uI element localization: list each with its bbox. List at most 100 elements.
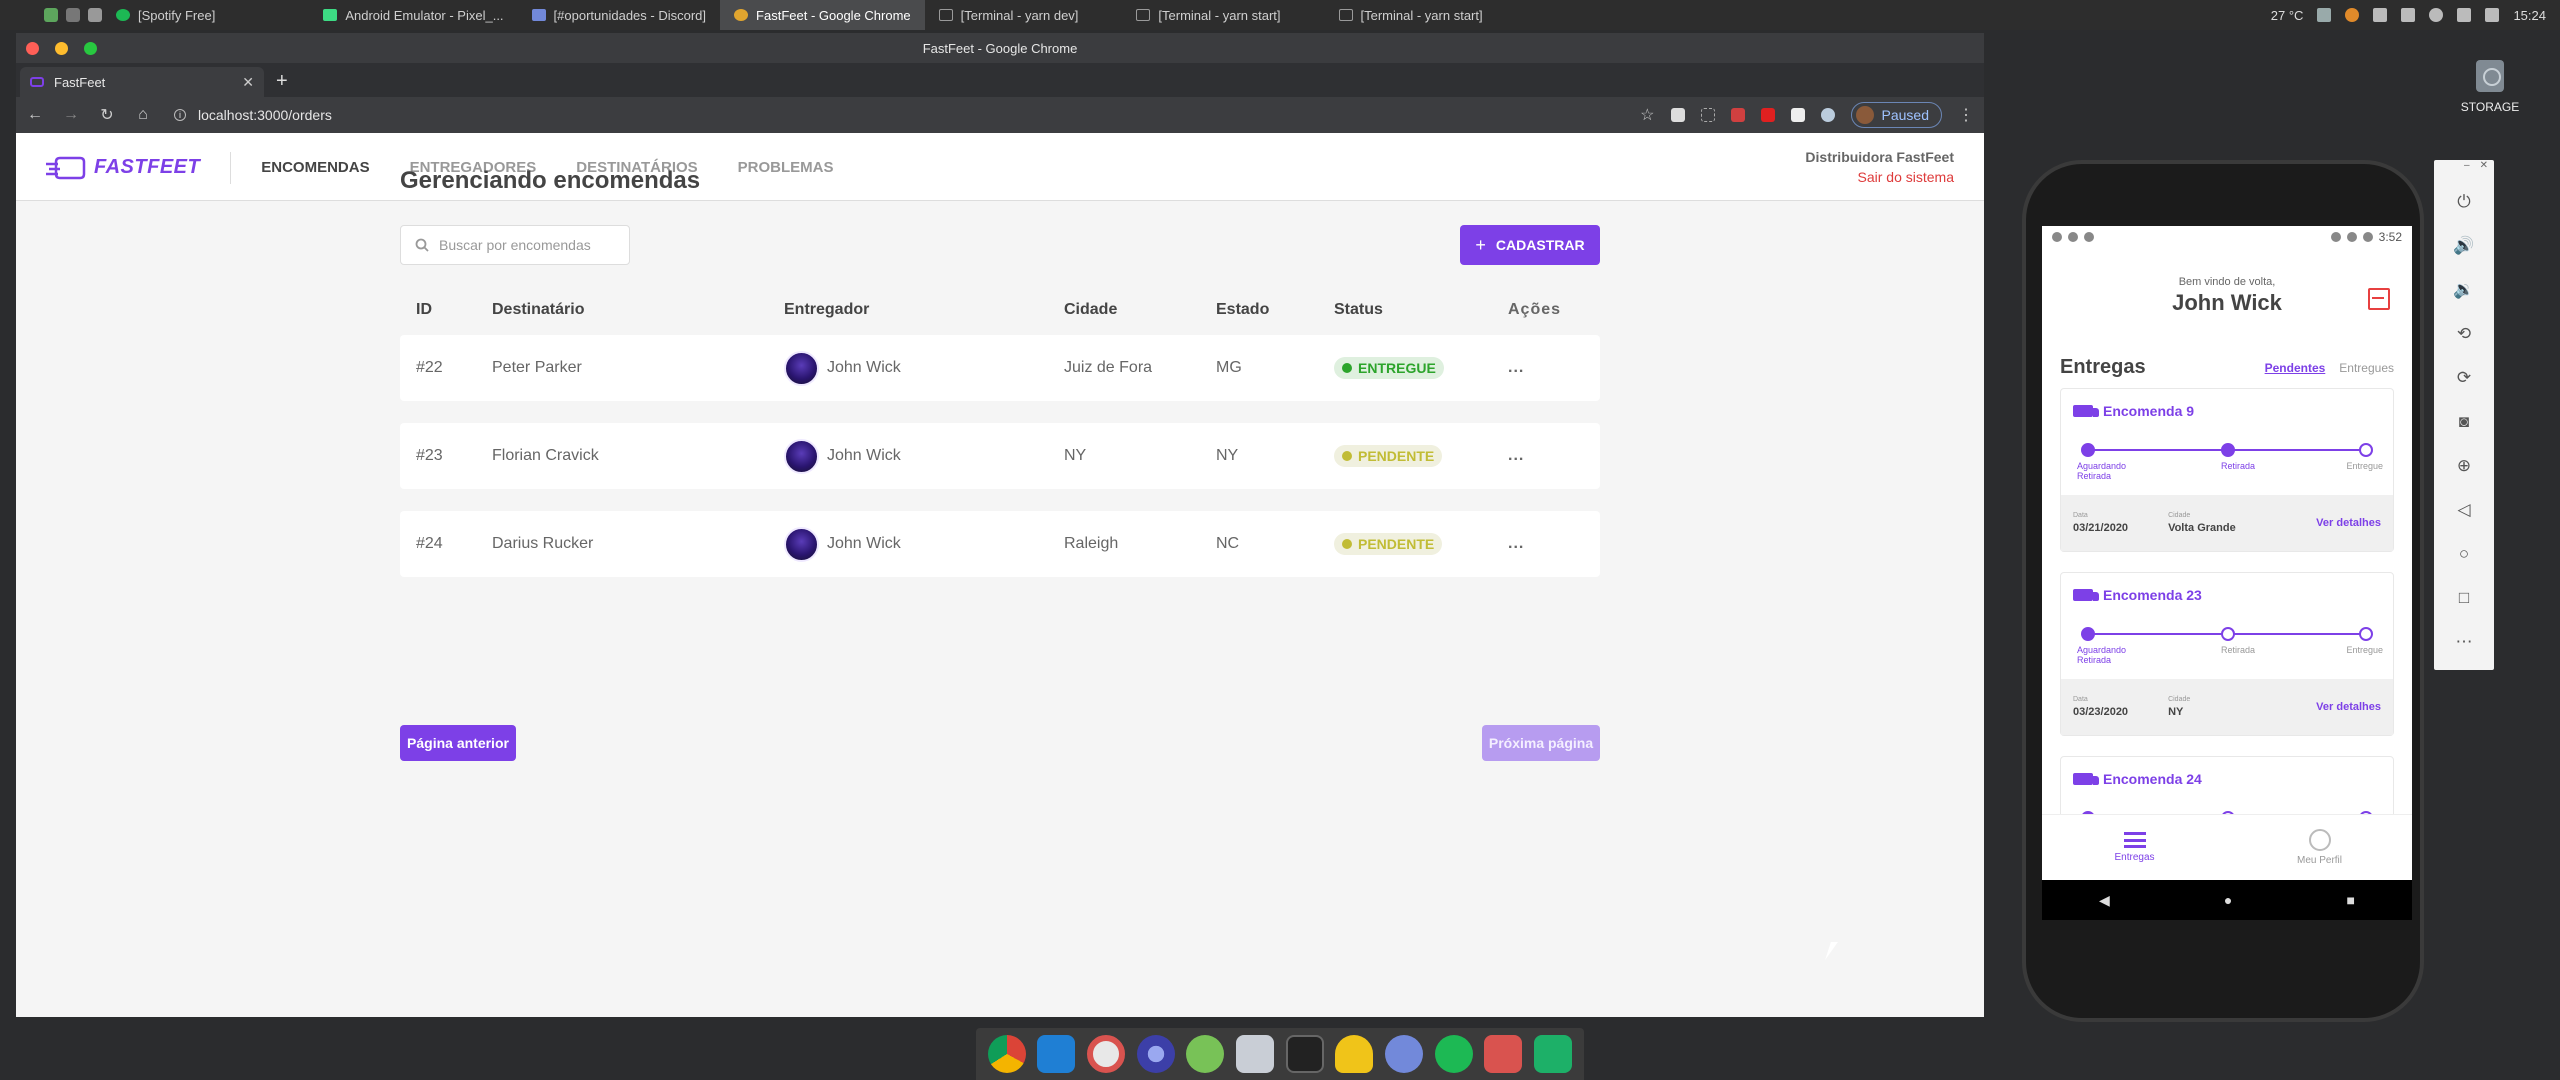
system-top-panel: [Spotify Free] Android Emulator - Pixel_… bbox=[0, 0, 2560, 30]
wifi-icon bbox=[2346, 232, 2357, 242]
notion-extension-icon[interactable] bbox=[1790, 108, 1805, 122]
taskbar-item-terminal-start-2[interactable]: [Terminal - yarn start] bbox=[1325, 0, 1497, 30]
taskbar-item-chrome[interactable]: FastFeet - Google Chrome bbox=[720, 0, 925, 30]
next-page-button[interactable]: Próxima página bbox=[1482, 725, 1600, 761]
more-icon[interactable]: ⋯ bbox=[2434, 620, 2494, 664]
tab-meu-perfil[interactable]: Meu Perfil bbox=[2227, 815, 2412, 880]
terminal-icon bbox=[1136, 9, 1151, 21]
close-tab-icon[interactable]: ✕ bbox=[242, 74, 254, 91]
minimize-emulator-icon[interactable]: – bbox=[2464, 160, 2470, 180]
power-icon[interactable] bbox=[2429, 8, 2444, 22]
site-info-icon[interactable]: i bbox=[174, 109, 186, 121]
logout-link[interactable]: Sair do sistema bbox=[1805, 169, 1954, 185]
home-icon[interactable]: ○ bbox=[2434, 532, 2494, 576]
taskbar-item-terminal-start-1[interactable]: [Terminal - yarn start] bbox=[1122, 0, 1294, 30]
previous-page-button[interactable]: Página anterior bbox=[400, 725, 516, 761]
extension-3-icon[interactable] bbox=[1730, 108, 1745, 122]
details-link[interactable]: Ver detalhes bbox=[2316, 517, 2381, 529]
bluetooth-icon[interactable] bbox=[2401, 8, 2416, 22]
fastfeet-logo[interactable]: FASTFEET bbox=[46, 151, 232, 184]
back-arrow-icon[interactable]: ← bbox=[26, 106, 44, 124]
clock[interactable]: 15:24 bbox=[2513, 8, 2546, 23]
discord-tray-icon[interactable] bbox=[2317, 8, 2332, 22]
trash-dock-icon[interactable] bbox=[1484, 1035, 1523, 1073]
android-studio-dock-icon[interactable] bbox=[1186, 1035, 1225, 1073]
new-tab-button[interactable]: + bbox=[276, 70, 288, 93]
weather-indicator[interactable]: 27 °C bbox=[2271, 8, 2304, 23]
hat-app-dock-icon[interactable] bbox=[1335, 1035, 1374, 1073]
actions-menu-button[interactable]: ... bbox=[1508, 359, 1600, 377]
order-status: ENTREGUE bbox=[1334, 357, 1508, 379]
address-bar[interactable]: i localhost:3000/orders bbox=[170, 101, 1622, 129]
taskbar-item-discord[interactable]: [#oportunidades - Discord] bbox=[518, 0, 720, 30]
taskbar-item-emulator[interactable]: Android Emulator - Pixel_... bbox=[309, 0, 517, 30]
chrome-dock-icon[interactable] bbox=[987, 1035, 1026, 1073]
reload-icon[interactable]: ↻ bbox=[98, 105, 116, 125]
vscode-dock-icon[interactable] bbox=[1037, 1035, 1076, 1073]
register-button[interactable]: + CADASTRAR bbox=[1460, 225, 1600, 265]
search-input[interactable] bbox=[439, 237, 619, 253]
actions-menu-button[interactable]: ... bbox=[1508, 535, 1600, 553]
forward-arrow-icon[interactable]: → bbox=[62, 106, 80, 124]
extension-1-icon[interactable] bbox=[1670, 108, 1685, 122]
tab-fastfeet[interactable]: FastFeet ✕ bbox=[20, 67, 264, 97]
beekeeper-dock-icon[interactable] bbox=[1136, 1035, 1175, 1073]
screenshot-icon[interactable]: ◙ bbox=[2434, 400, 2494, 444]
rotate-right-icon[interactable]: ⟳ bbox=[2434, 356, 2494, 400]
profile-avatar bbox=[1855, 106, 1874, 124]
logout-icon[interactable] bbox=[2368, 288, 2390, 310]
spotify-dock-icon[interactable] bbox=[1434, 1035, 1473, 1073]
android-home-icon[interactable]: ● bbox=[2224, 892, 2232, 908]
zoom-icon[interactable]: ⊕ bbox=[2434, 444, 2494, 488]
chrome-menu-icon[interactable]: ⋮ bbox=[1958, 105, 1974, 125]
power-button-icon[interactable]: ⏻ bbox=[2434, 180, 2494, 224]
details-link[interactable]: Ver detalhes bbox=[2316, 701, 2381, 713]
back-icon[interactable]: ◁ bbox=[2434, 488, 2494, 532]
volume-down-icon[interactable]: 🔉 bbox=[2434, 268, 2494, 312]
battery-icon[interactable] bbox=[2457, 8, 2472, 22]
file-manager-icon[interactable] bbox=[44, 8, 58, 22]
spotify-icon bbox=[116, 9, 130, 21]
volume-up-icon[interactable]: 🔊 bbox=[2434, 224, 2494, 268]
volume-icon[interactable] bbox=[2485, 8, 2500, 22]
courier-avatar bbox=[784, 350, 819, 386]
maximize-window-button[interactable] bbox=[84, 42, 97, 55]
clipboard-icon[interactable] bbox=[2373, 8, 2388, 22]
close-emulator-icon[interactable]: ✕ bbox=[2480, 160, 2488, 180]
home-icon[interactable]: ⌂ bbox=[134, 106, 152, 124]
extension-2-icon[interactable] bbox=[1700, 108, 1715, 122]
actions-menu-button[interactable]: ... bbox=[1508, 447, 1600, 465]
filter-pending[interactable]: Pendentes bbox=[2265, 361, 2326, 375]
extension-6-icon[interactable] bbox=[1820, 108, 1835, 122]
notification-icon bbox=[2052, 232, 2062, 242]
notification-icon bbox=[2068, 232, 2078, 242]
update-icon[interactable] bbox=[2345, 8, 2360, 22]
terminal-dock-icon[interactable] bbox=[1285, 1035, 1324, 1073]
text-editor-icon[interactable] bbox=[88, 8, 102, 22]
android-back-icon[interactable]: ◀ bbox=[2099, 892, 2110, 909]
filter-delivered[interactable]: Entregues bbox=[2339, 361, 2394, 375]
insomnia-dock-icon[interactable] bbox=[1087, 1035, 1126, 1073]
taskbar-item-spotify[interactable]: [Spotify Free] bbox=[102, 0, 229, 30]
search-box[interactable] bbox=[400, 225, 630, 265]
youtube-extension-icon[interactable] bbox=[1760, 108, 1775, 122]
android-recents-icon[interactable]: ■ bbox=[2346, 892, 2354, 908]
terminal-launcher-icon[interactable] bbox=[66, 8, 80, 22]
overview-icon[interactable]: □ bbox=[2434, 576, 2494, 620]
nav-problemas[interactable]: PROBLEMAS bbox=[738, 159, 834, 176]
profile-button[interactable]: Paused bbox=[1850, 102, 1942, 128]
taskbar-item-terminal-dev[interactable]: [Terminal - yarn dev] bbox=[925, 0, 1093, 30]
files-dock-icon[interactable] bbox=[1236, 1035, 1275, 1073]
close-window-button[interactable] bbox=[26, 42, 39, 55]
bookmark-star-icon[interactable]: ☆ bbox=[1640, 105, 1654, 125]
rotate-left-icon[interactable]: ⟲ bbox=[2434, 312, 2494, 356]
bottom-tab-bar: Entregas Meu Perfil bbox=[2042, 814, 2412, 880]
desktop-storage-icon[interactable]: STORAGE bbox=[2450, 60, 2530, 114]
nav-encomendas[interactable]: ENCOMENDAS bbox=[261, 159, 369, 176]
search-icon bbox=[415, 238, 429, 252]
status-dot-icon bbox=[1342, 363, 1352, 373]
workspace-dock-icon[interactable] bbox=[1534, 1035, 1573, 1073]
discord-dock-icon[interactable] bbox=[1385, 1035, 1424, 1073]
minimize-window-button[interactable] bbox=[55, 42, 68, 55]
tab-entregas[interactable]: Entregas bbox=[2042, 815, 2227, 880]
